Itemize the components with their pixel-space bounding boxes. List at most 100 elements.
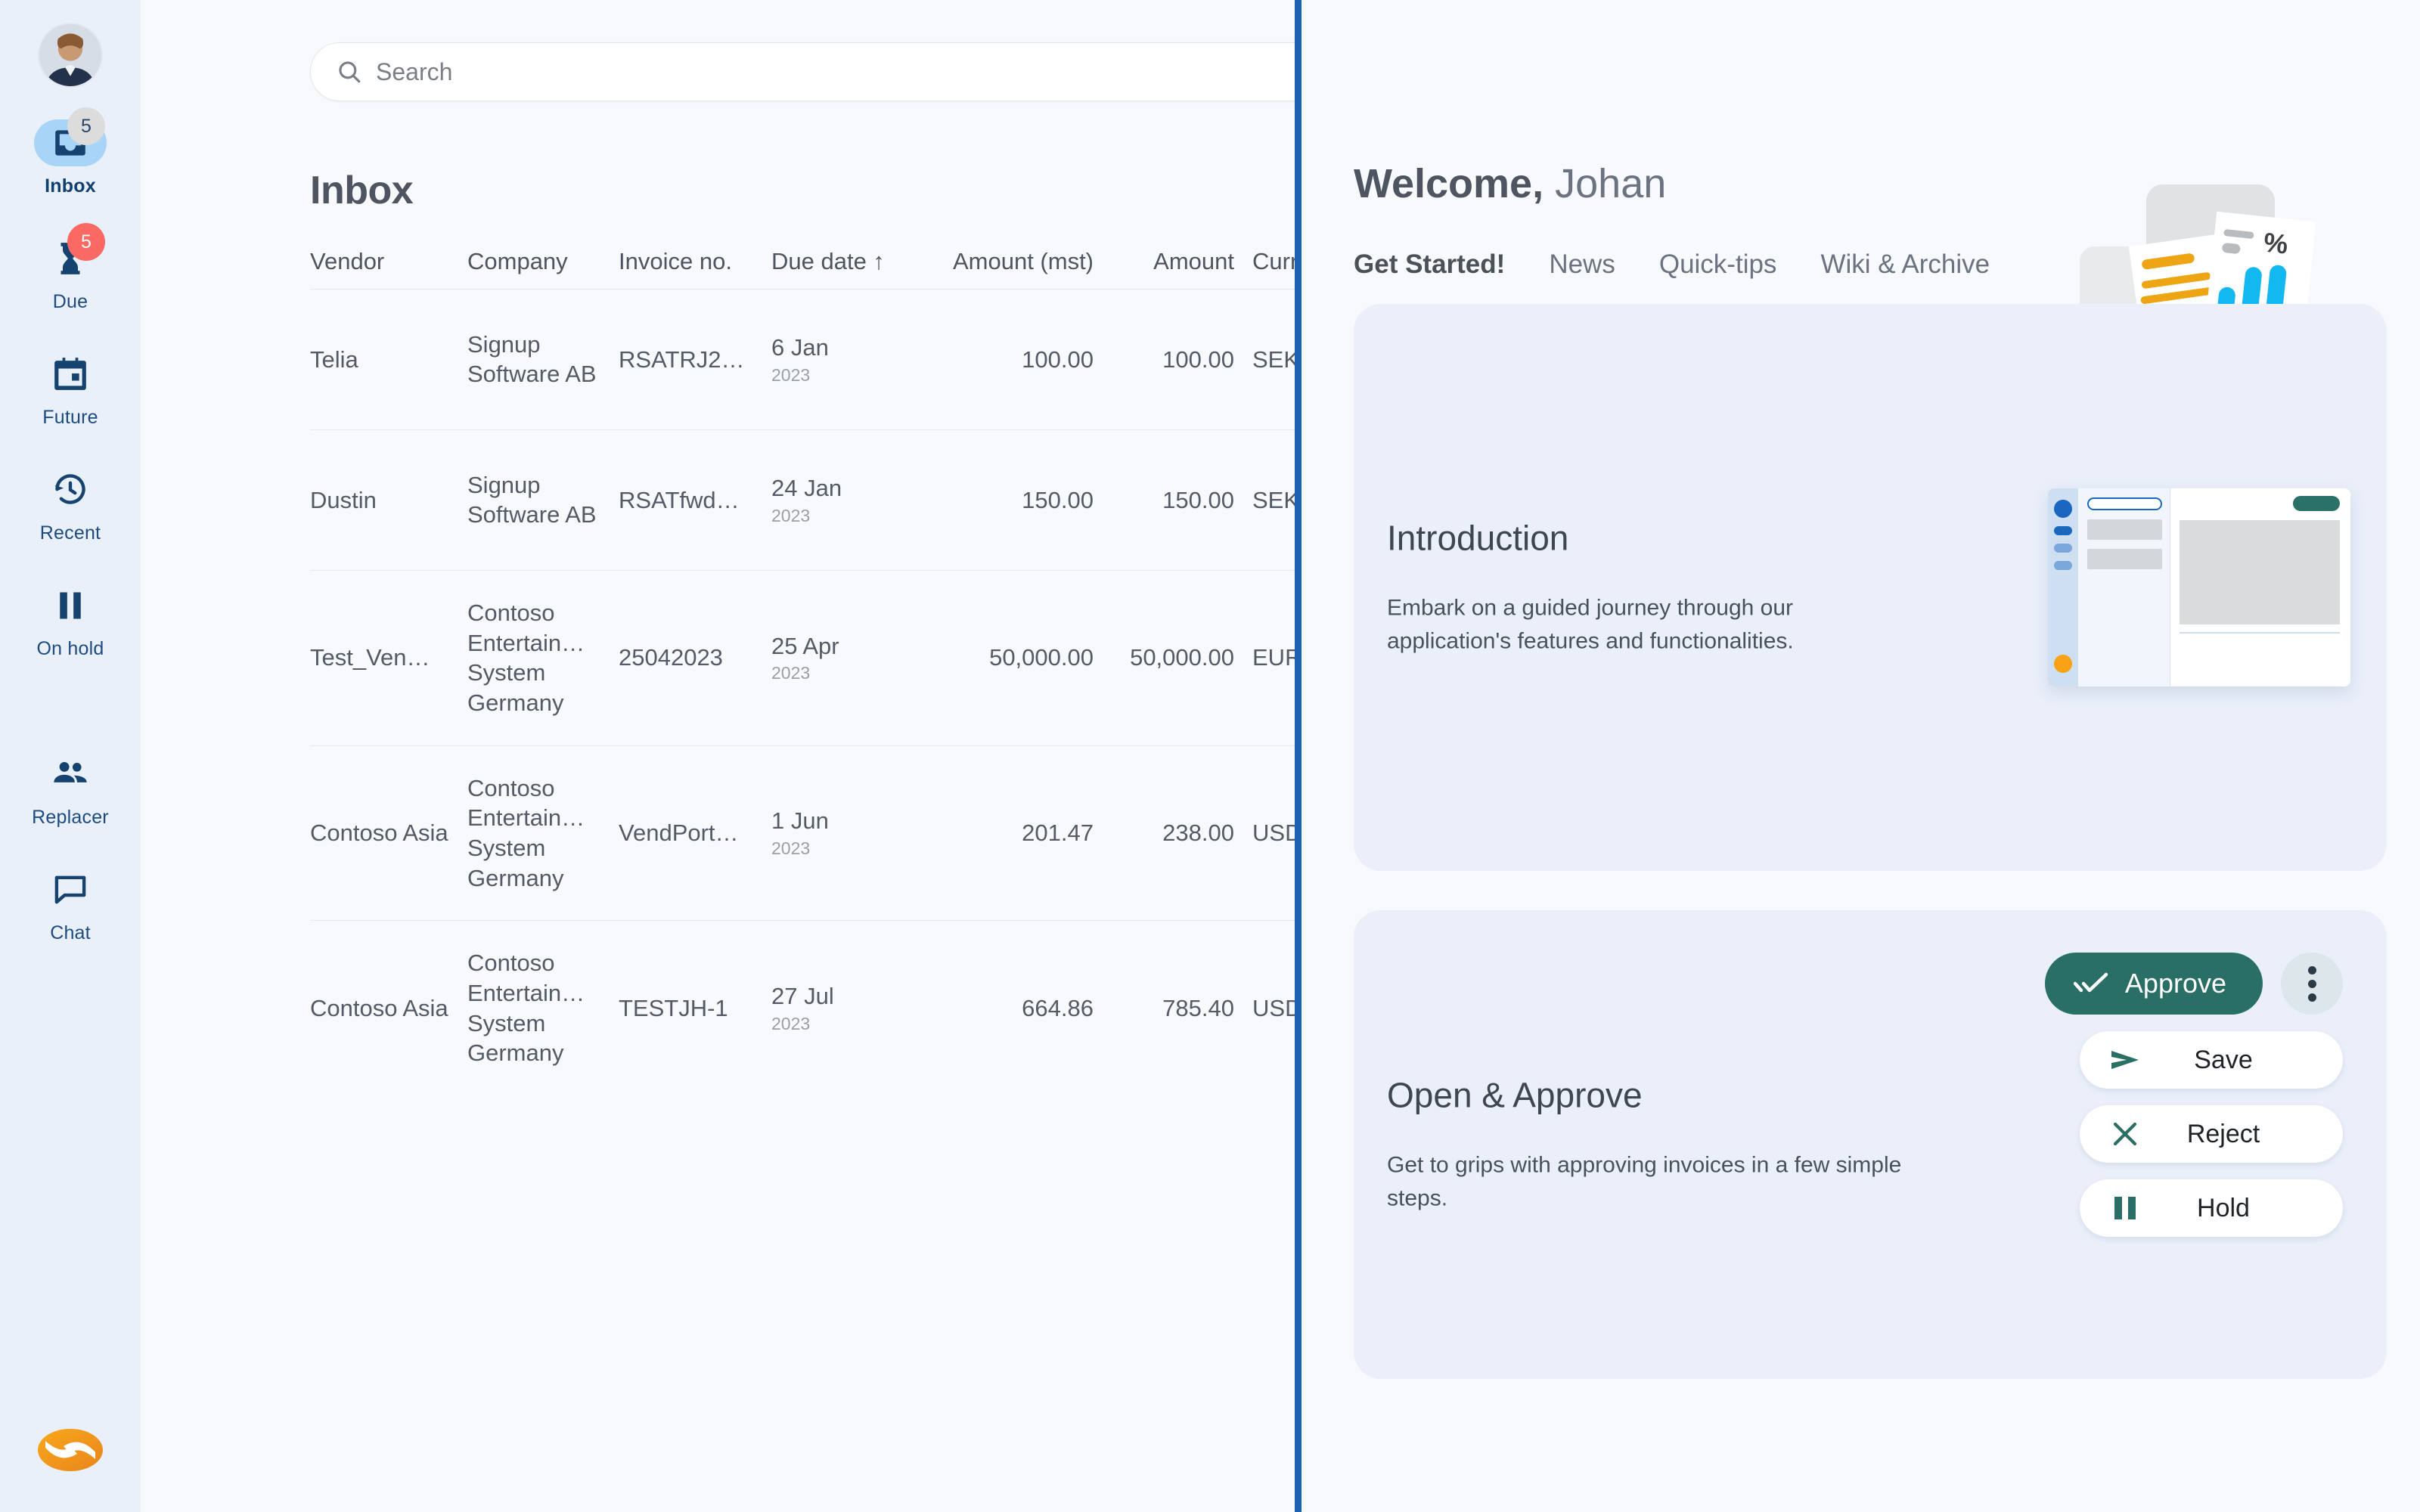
sidebar-item-label-replacer: Replacer xyxy=(32,807,109,828)
chat-bubble-icon xyxy=(54,875,86,904)
cell-amount-mst: 100.00 xyxy=(1022,345,1094,373)
search-icon xyxy=(339,61,361,83)
double-check-icon xyxy=(2073,972,2108,993)
card-open-approve-body: Open & Approve Get to grips with approvi… xyxy=(1387,1075,1916,1215)
invoice-table: Vendor Company Invoice no. Due date ↑ Am… xyxy=(310,248,1399,1095)
preview-avatar-dot xyxy=(2054,500,2072,518)
due-date-day: 27 Jul xyxy=(771,983,834,1010)
cell-company: Signup Software AB xyxy=(467,330,597,388)
history-clock-icon xyxy=(54,474,85,504)
table-row[interactable]: Dustin Signup Software AB RSATfwd… 24 Ja… xyxy=(310,429,1399,570)
preview-nav-pill xyxy=(2054,561,2072,570)
calendar-icon xyxy=(54,358,86,390)
reject-button[interactable]: Reject xyxy=(2080,1105,2343,1163)
due-date-year: 2023 xyxy=(771,663,811,683)
tab-news[interactable]: News xyxy=(1549,249,1615,280)
action-buttons-group: Approve Save Reject Hold xyxy=(2025,953,2343,1237)
inbox-panel: Inbox Vendor Company Invoice no. Due dat… xyxy=(141,0,1399,1512)
sidebar-nav: 5 Inbox 5 Due Future Recent On hold Repl… xyxy=(0,107,141,982)
cell-invoice-no: TESTJH-1 xyxy=(619,994,728,1021)
table-row[interactable]: Contoso Asia Contoso Entertain… System G… xyxy=(310,745,1399,921)
replacer-icon-wrap xyxy=(34,751,107,798)
cell-invoice-no: RSATfwd… xyxy=(619,486,740,513)
column-header-due-date[interactable]: Due date ↑ xyxy=(771,248,942,275)
card-open-approve[interactable]: Open & Approve Get to grips with approvi… xyxy=(1354,910,2387,1379)
due-date-day: 6 Jan xyxy=(771,333,829,361)
due-date-day: 24 Jan xyxy=(771,474,842,501)
app-preview-illustration xyxy=(2048,488,2350,686)
inbox-icon-wrap: 5 xyxy=(34,107,107,166)
cell-due-date: 25 Apr 2023 xyxy=(771,631,942,685)
cell-vendor: Test_Ven… xyxy=(310,644,430,671)
preview-divider xyxy=(2180,632,2340,634)
tab-quick-tips[interactable]: Quick-tips xyxy=(1659,249,1777,280)
sidebar-item-recent[interactable]: Recent xyxy=(0,466,141,544)
welcome-panel: % Welcome, Johan Get Started! News Quick… xyxy=(1295,0,2420,1512)
search-bar[interactable] xyxy=(310,42,1393,101)
preview-list-block xyxy=(2087,549,2162,569)
table-row[interactable]: Telia Signup Software AB RSATRJ2… 6 Jan … xyxy=(310,288,1399,429)
preview-logo-dot xyxy=(2054,655,2072,673)
close-x-icon-wrap xyxy=(2105,1120,2145,1148)
cell-amount-mst: 150.00 xyxy=(1022,486,1094,513)
tab-wiki-archive[interactable]: Wiki & Archive xyxy=(1820,249,1990,280)
search-input[interactable] xyxy=(376,57,1367,86)
on-hold-icon-wrap xyxy=(34,582,107,629)
sidebar-item-due[interactable]: 5 Due xyxy=(0,223,141,313)
cell-invoice-no: 25042023 xyxy=(619,644,723,671)
column-header-amount[interactable]: Amount xyxy=(1112,248,1252,275)
due-badge: 5 xyxy=(67,223,105,261)
future-icon-wrap xyxy=(34,351,107,398)
table-row[interactable]: Contoso Asia Contoso Entertain… System G… xyxy=(310,920,1399,1095)
inbox-badge: 5 xyxy=(67,107,105,145)
sidebar-item-inbox[interactable]: 5 Inbox xyxy=(0,107,141,197)
card-introduction[interactable]: Introduction Embark on a guided journey … xyxy=(1354,304,2387,871)
sidebar-item-replacer[interactable]: Replacer xyxy=(0,751,141,829)
cell-due-date: 6 Jan 2023 xyxy=(771,333,942,386)
cell-company: Contoso Entertain… System Germany xyxy=(467,950,585,1067)
hold-button[interactable]: Hold xyxy=(2080,1179,2343,1237)
preview-list-pane xyxy=(2078,488,2170,686)
kebab-menu-icon xyxy=(2307,979,2316,988)
content-tabs: Get Started! News Quick-tips Wiki & Arch… xyxy=(1354,249,2420,280)
pause-icon xyxy=(60,592,81,619)
kebab-menu-icon xyxy=(2307,993,2316,1002)
column-header-vendor[interactable]: Vendor xyxy=(310,248,467,275)
column-header-company[interactable]: Company xyxy=(467,248,619,275)
preview-approve-button xyxy=(2293,496,2340,511)
cell-amount: 50,000.00 xyxy=(1130,644,1234,671)
approve-button[interactable]: Approve xyxy=(2044,953,2263,1015)
save-button[interactable]: Save xyxy=(2080,1031,2343,1089)
cell-due-date: 24 Jan 2023 xyxy=(771,473,942,527)
sidebar-item-on-hold[interactable]: On hold xyxy=(0,582,141,660)
sidebar-item-label-future: Future xyxy=(42,407,98,428)
brand-logo-icon[interactable] xyxy=(38,1427,103,1473)
welcome-greeting: Welcome, xyxy=(1354,161,1544,206)
cell-invoice-no: RSATRJ2… xyxy=(619,345,745,373)
chat-icon-wrap xyxy=(34,866,107,913)
preview-nav-pill xyxy=(2054,526,2072,535)
tab-get-started[interactable]: Get Started! xyxy=(1354,249,1505,280)
due-date-year: 2023 xyxy=(771,838,811,859)
cell-due-date: 1 Jun 2023 xyxy=(771,806,942,860)
more-options-button[interactable] xyxy=(2281,953,2343,1015)
preview-list-block xyxy=(2087,519,2162,540)
pause-icon-wrap xyxy=(2105,1194,2145,1222)
cell-amount-mst: 201.47 xyxy=(1022,820,1094,847)
sidebar-item-future[interactable]: Future xyxy=(0,351,141,429)
column-header-invoice-no[interactable]: Invoice no. xyxy=(619,248,771,275)
avatar[interactable] xyxy=(38,23,103,88)
cell-vendor: Telia xyxy=(310,345,358,373)
table-header-row: Vendor Company Invoice no. Due date ↑ Am… xyxy=(310,248,1399,289)
cell-amount: 100.00 xyxy=(1162,345,1234,373)
column-header-amount-mst[interactable]: Amount (mst) xyxy=(942,248,1112,275)
table-row[interactable]: Test_Ven… Contoso Entertain… System Germ… xyxy=(310,569,1399,745)
preview-main-pane xyxy=(2170,488,2350,686)
due-date-day: 1 Jun xyxy=(771,807,829,835)
sidebar-item-chat[interactable]: Chat xyxy=(0,866,141,944)
cell-vendor: Contoso Asia xyxy=(310,820,448,847)
save-button-label: Save xyxy=(2194,1045,2253,1074)
preview-search-field xyxy=(2087,497,2162,510)
sidebar-item-label-chat: Chat xyxy=(50,922,91,943)
cell-company: Contoso Entertain… System Germany xyxy=(467,599,585,716)
